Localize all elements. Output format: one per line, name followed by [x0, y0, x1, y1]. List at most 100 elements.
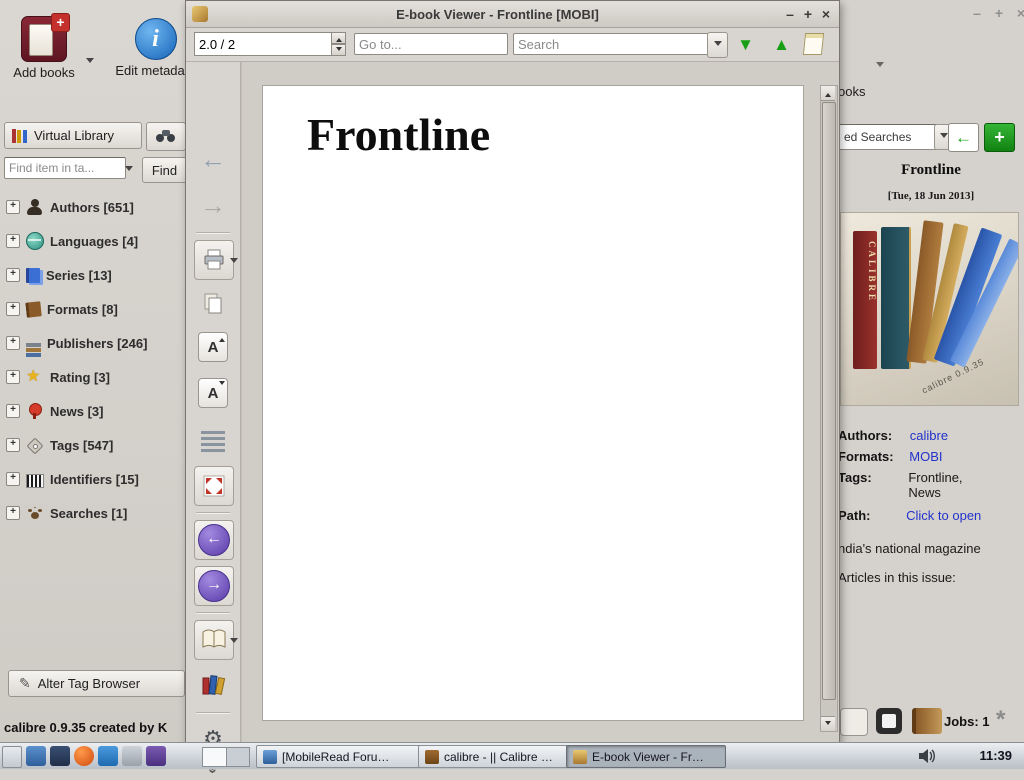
expand-icon[interactable]: +: [6, 404, 20, 418]
book-page[interactable]: Frontline: [262, 85, 804, 721]
add-books-dropdown-icon[interactable]: [86, 58, 94, 67]
viewer-close-button[interactable]: ×: [817, 6, 835, 22]
workspace-2[interactable]: [225, 748, 249, 766]
search-input[interactable]: [513, 33, 709, 55]
book-status-icon[interactable]: [912, 708, 942, 734]
scroll-down-button[interactable]: [821, 716, 835, 731]
taskbar-window-calibre[interactable]: calibre - || Calibre …: [418, 745, 574, 768]
volume-icon[interactable]: [918, 748, 936, 767]
print-button[interactable]: [194, 240, 234, 280]
show-desktop-button[interactable]: [2, 746, 22, 768]
next-section-button[interactable]: →: [194, 566, 234, 606]
page-spinner[interactable]: [194, 32, 346, 56]
taskbar-launcher-icon[interactable]: [146, 746, 166, 766]
search-dropdown-button[interactable]: [707, 32, 728, 58]
print-dropdown-icon[interactable]: [230, 258, 238, 267]
font-size-larger-button[interactable]: A: [194, 328, 232, 366]
expand-icon[interactable]: +: [6, 336, 20, 350]
add-books-icon: +: [21, 13, 70, 62]
tag-browser-item-rating[interactable]: + ★ Rating [3]: [0, 362, 186, 392]
divider: [196, 512, 230, 514]
expand-icon[interactable]: +: [6, 268, 20, 282]
taskbar-window-mobileread[interactable]: [MobileRead Foru…: [256, 745, 426, 768]
toolbar-dropdown-icon[interactable]: [876, 62, 884, 71]
jobs-spinner-icon[interactable]: *: [996, 706, 1005, 734]
restore-search-button[interactable]: ←: [948, 123, 979, 152]
search-next-button[interactable]: ▼: [736, 32, 755, 56]
virtual-library-button[interactable]: Virtual Library: [4, 122, 142, 149]
page-spinner-input[interactable]: [194, 32, 335, 56]
book-cover[interactable]: CALIBRE calibre 0.9.35: [840, 212, 1019, 406]
binoculars-icon: [156, 129, 176, 144]
scrollbar-thumb[interactable]: [822, 102, 836, 700]
tag-browser-item-tags[interactable]: + Tags [547]: [0, 430, 186, 460]
expand-icon[interactable]: +: [6, 234, 20, 248]
tag-browser-item-languages[interactable]: + Languages [4]: [0, 226, 186, 256]
expand-icon[interactable]: +: [6, 200, 20, 214]
tag-status-icon[interactable]: [840, 708, 868, 736]
expand-icon[interactable]: +: [6, 302, 20, 316]
minimize-button[interactable]: –: [968, 5, 986, 21]
saved-searches-combo[interactable]: ed Searches: [838, 124, 942, 150]
taskbar-window-ebook-viewer[interactable]: E-book Viewer - Fr…: [566, 745, 726, 768]
taskbar-launcher-icon[interactable]: [50, 746, 70, 766]
taskbar-launcher-icon[interactable]: [122, 746, 142, 766]
pencil-icon: ✎: [19, 675, 31, 691]
search-highlight-button[interactable]: [146, 122, 186, 151]
viewer-maximize-button[interactable]: +: [799, 6, 817, 22]
workspace-1[interactable]: [203, 748, 226, 766]
toc-toggle-button[interactable]: [802, 32, 825, 56]
spin-down-button[interactable]: [331, 44, 346, 56]
path-link[interactable]: Click to open: [906, 508, 981, 523]
previous-section-button[interactable]: ←: [194, 520, 234, 560]
viewer-titlebar[interactable]: E-book Viewer - Frontline [MOBI] – + ×: [186, 1, 839, 28]
open-ebook-button[interactable]: [194, 620, 234, 660]
maximize-button[interactable]: +: [990, 5, 1008, 21]
tag-browser-item-news[interactable]: + News [3]: [0, 396, 186, 426]
fullscreen-button[interactable]: [194, 466, 234, 506]
tag-browser-label: Rating [3]: [50, 369, 110, 385]
font-size-smaller-button[interactable]: A: [194, 374, 232, 412]
viewer-content-area: Frontline: [241, 62, 839, 743]
viewer-minimize-button[interactable]: –: [781, 6, 799, 22]
taskbar-launcher-icon[interactable]: [98, 746, 118, 766]
calibre-sidebar: + Add books i Edit metadata Virtual Libr…: [0, 0, 187, 742]
library-button[interactable]: [194, 666, 232, 704]
find-button[interactable]: Find: [142, 157, 186, 183]
open-book-dropdown-icon[interactable]: [230, 638, 238, 647]
tag-browser-item-publishers[interactable]: + Publishers [246]: [0, 328, 186, 358]
expand-icon[interactable]: +: [6, 438, 20, 452]
tag-browser-item-formats[interactable]: + Formats [8]: [0, 294, 186, 324]
cover-grid-icon[interactable]: [876, 708, 902, 734]
expand-icon[interactable]: +: [6, 506, 20, 520]
history-back-button[interactable]: ←: [194, 140, 232, 178]
spin-up-button[interactable]: [331, 32, 346, 44]
add-search-button[interactable]: +: [984, 123, 1015, 152]
expand-icon[interactable]: +: [6, 370, 20, 384]
copy-button[interactable]: [194, 284, 232, 322]
scroll-up-button[interactable]: [821, 86, 835, 101]
tag-browser-item-searches[interactable]: + Searches [1]: [0, 498, 186, 528]
close-button[interactable]: ×: [1012, 5, 1024, 21]
jobs-label[interactable]: Jobs: 1: [944, 714, 990, 729]
goto-input[interactable]: [354, 33, 508, 55]
formats-link[interactable]: MOBI: [909, 449, 942, 464]
search-previous-button[interactable]: ▲: [772, 32, 791, 56]
tag-browser-item-identifiers[interactable]: + Identifiers [15]: [0, 464, 186, 494]
tag-browser-item-series[interactable]: + Series [13]: [0, 260, 186, 290]
find-item-input[interactable]: [4, 157, 126, 179]
workspace-switcher[interactable]: [202, 747, 250, 767]
table-of-contents-button[interactable]: [194, 422, 232, 460]
taskbar-launcher-icon[interactable]: [74, 746, 94, 766]
edit-metadata-button[interactable]: i Edit metadata: [108, 18, 186, 78]
expand-icon[interactable]: +: [6, 472, 20, 486]
history-forward-button[interactable]: →: [194, 186, 232, 224]
find-item-dropdown-icon[interactable]: [125, 166, 133, 175]
add-books-button[interactable]: + Add books: [8, 13, 80, 80]
tag-browser-item-authors[interactable]: + Authors [651]: [0, 192, 186, 222]
alter-tag-browser-button[interactable]: ✎ Alter Tag Browser: [8, 670, 185, 697]
authors-link[interactable]: calibre: [910, 428, 948, 443]
vertical-scrollbar[interactable]: [820, 85, 838, 732]
taskbar-launcher-icon[interactable]: [26, 746, 46, 766]
main-window-controls: – + ×: [968, 5, 1024, 21]
